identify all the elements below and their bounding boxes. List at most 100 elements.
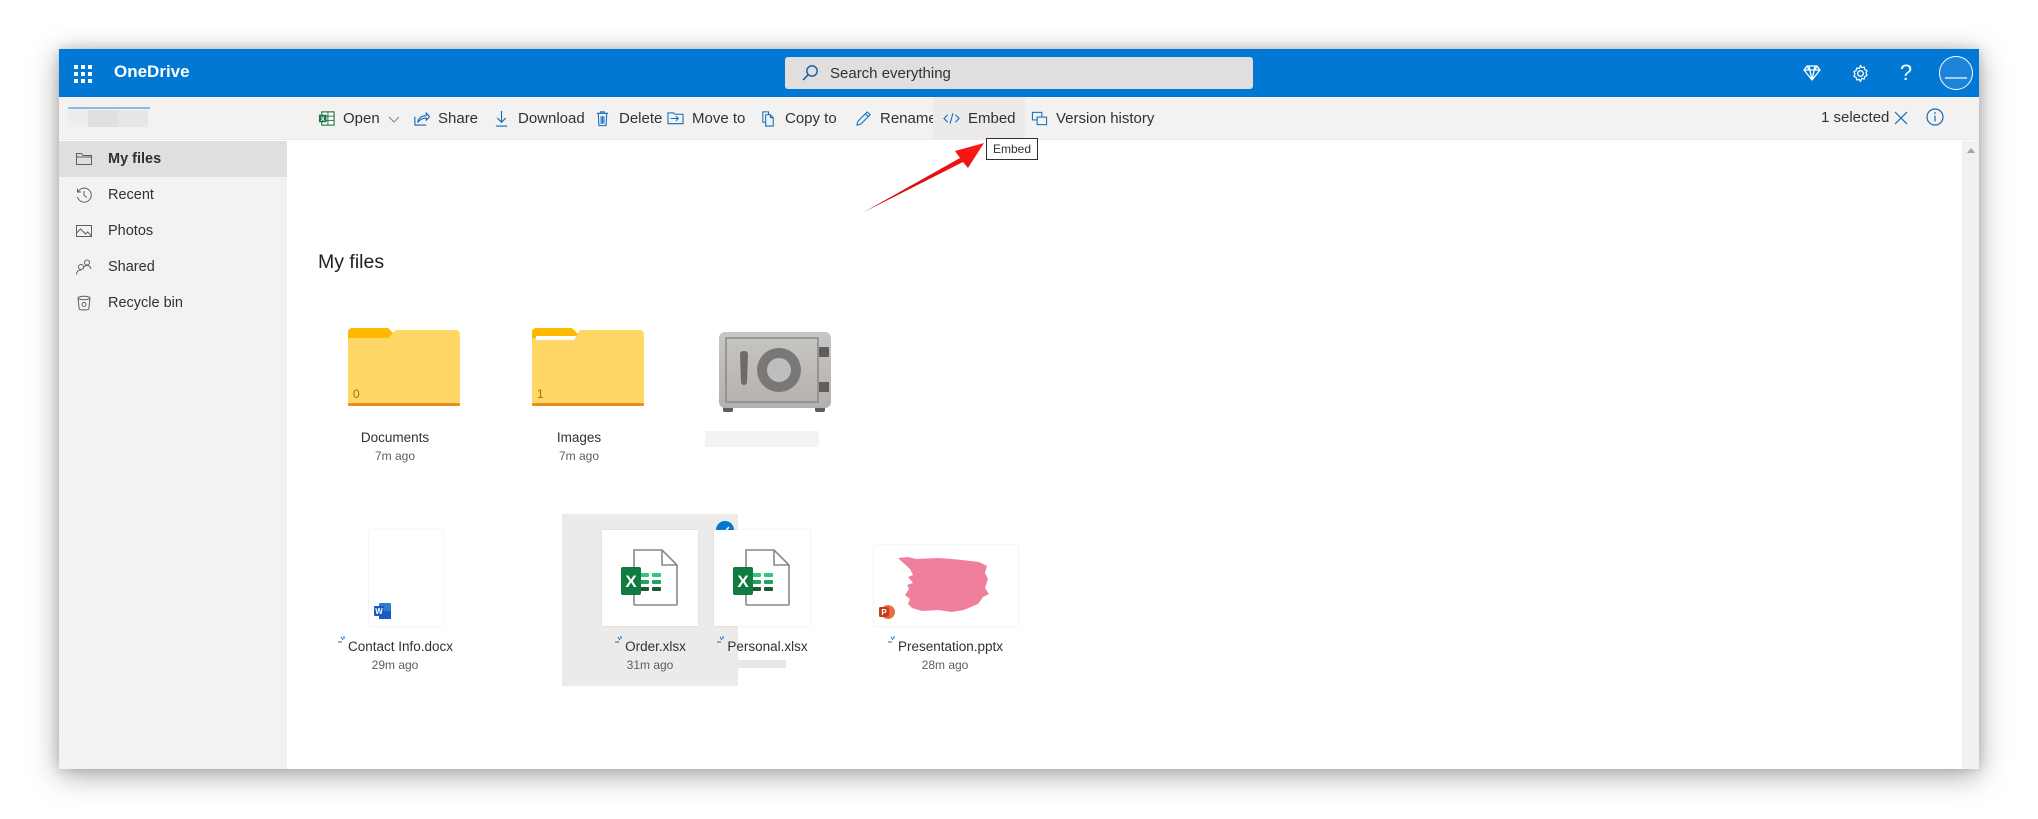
onedrive-window: OneDrive Search everything ? X Open Shar… [59, 49, 1979, 769]
account-avatar[interactable] [1939, 56, 1973, 90]
folder-icon [348, 328, 460, 406]
search-placeholder: Search everything [830, 64, 951, 82]
search-input[interactable]: Search everything [785, 57, 1253, 89]
folder-tile-documents[interactable]: 0 Documents 7m ago [307, 323, 483, 473]
personal-vault-tile[interactable] [674, 323, 850, 473]
code-icon [943, 113, 960, 124]
settings-gear-icon[interactable] [1846, 59, 1874, 87]
file-thumbnail: W [369, 530, 443, 626]
app-title[interactable]: OneDrive [114, 62, 190, 82]
share-button[interactable]: Share [409, 97, 482, 140]
rename-button[interactable]: Rename [851, 97, 941, 140]
sidebar-item-my-files[interactable]: My files [59, 141, 287, 177]
vault-safe-icon [719, 332, 831, 412]
suite-header: OneDrive Search everything ? [59, 49, 1979, 97]
copy-to-button[interactable]: Copy to [756, 97, 841, 140]
photo-icon [76, 225, 92, 237]
folder-icon [532, 328, 644, 406]
powerpoint-icon: P [879, 605, 895, 619]
svg-text:P: P [881, 608, 887, 617]
file-tile-personal[interactable]: X Personal.xlsx [674, 515, 850, 687]
version-history-label: Version history [1056, 110, 1155, 127]
delete-label: Delete [619, 110, 663, 127]
help-icon[interactable]: ? [1892, 59, 1920, 87]
sidebar-item-label: My files [108, 151, 162, 167]
file-tile-presentation[interactable]: P Presentation.pptx 28m ago [857, 515, 1033, 687]
file-modified-redacted [738, 660, 786, 668]
copy-to-label: Copy to [785, 110, 837, 127]
open-label: Open [343, 110, 380, 127]
account-name-redacted [68, 107, 150, 127]
excel-icon: X [318, 111, 335, 126]
chevron-down-icon[interactable] [388, 113, 400, 125]
info-icon[interactable] [1925, 107, 1945, 127]
sync-status-icon [615, 636, 622, 643]
sidebar-item-recycle-bin[interactable]: Recycle bin [59, 285, 287, 321]
file-name-text: Presentation.pptx [897, 639, 1004, 654]
share-icon [414, 112, 430, 126]
svg-text:X: X [737, 572, 749, 591]
page-title: My files [318, 251, 385, 273]
copy-icon [762, 111, 774, 127]
scroll-up-arrow-icon[interactable] [1967, 148, 1975, 153]
rename-label: Rename [880, 110, 937, 127]
file-name: Personal.xlsx [674, 636, 850, 654]
sidebar-item-label: Recycle bin [108, 295, 183, 311]
slide-preview-image [898, 557, 989, 612]
vault-label-redacted [705, 431, 819, 447]
excel-file-icon: X [733, 549, 790, 606]
share-label: Share [438, 110, 479, 127]
version-history-icon [1031, 111, 1048, 126]
move-to-button[interactable]: Move to [663, 97, 749, 140]
file-modified: 29m ago [371, 658, 419, 672]
sidebar-item-label: Recent [108, 187, 154, 203]
search-icon [802, 65, 818, 81]
main-content: My files 0 Documents 7m ago 1 Images 7m … [287, 141, 1962, 769]
file-name-text: Contact Info.docx [347, 639, 454, 654]
folder-name: Documents [360, 430, 430, 445]
sync-status-icon [337, 636, 345, 643]
folder-name: Images [556, 430, 602, 445]
sync-status-icon [717, 636, 724, 643]
sidebar-item-shared[interactable]: Shared [59, 249, 287, 285]
command-bar: X Open Share Download Delete Move to Cop… [59, 97, 1979, 140]
folder-item-count: 0 [353, 387, 360, 401]
download-button[interactable]: Download [489, 97, 589, 140]
delete-button[interactable]: Delete [590, 97, 666, 140]
people-icon [76, 259, 92, 275]
version-history-button[interactable]: Version history [1027, 97, 1158, 140]
sync-status-icon [887, 636, 895, 643]
move-to-icon [667, 112, 684, 125]
file-name: Contact Info.docx [307, 636, 483, 654]
sidebar-item-label: Shared [108, 259, 155, 275]
app-launcher-icon[interactable] [71, 62, 93, 84]
trash-icon [596, 111, 609, 127]
left-nav: My files Recent Photos Shared Recycle bi… [59, 141, 287, 769]
embed-button[interactable]: Embed [933, 97, 1025, 140]
folder-modified: 7m ago [558, 449, 600, 463]
folder-modified: 7m ago [374, 449, 416, 463]
file-thumbnail: P [874, 545, 1018, 626]
pencil-icon [856, 111, 871, 126]
folder-icon [76, 153, 92, 165]
clear-selection-close-icon[interactable] [1891, 108, 1911, 128]
selection-count: 1 selected [1821, 109, 1890, 126]
vertical-scrollbar[interactable] [1962, 141, 1979, 769]
svg-text:W: W [375, 607, 383, 616]
open-button[interactable]: X Open [314, 97, 404, 140]
sidebar-item-photos[interactable]: Photos [59, 213, 287, 249]
embed-label: Embed [968, 110, 1016, 127]
file-name-text: Personal.xlsx [727, 639, 808, 654]
excel-file-icon: X [621, 549, 678, 606]
file-thumbnail: X [714, 530, 810, 626]
premium-diamond-icon[interactable] [1798, 59, 1826, 87]
sidebar-item-recent[interactable]: Recent [59, 177, 287, 213]
file-modified: 28m ago [921, 658, 969, 672]
file-tile-contact-info[interactable]: W Contact Info.docx 29m ago [307, 515, 483, 687]
recycle-bin-icon [77, 295, 91, 311]
file-name: Presentation.pptx [857, 636, 1033, 654]
move-to-label: Move to [692, 110, 746, 127]
folder-tile-images[interactable]: 1 Images 7m ago [491, 323, 667, 473]
folder-item-count: 1 [537, 387, 544, 401]
embed-tooltip: Embed [986, 138, 1039, 160]
